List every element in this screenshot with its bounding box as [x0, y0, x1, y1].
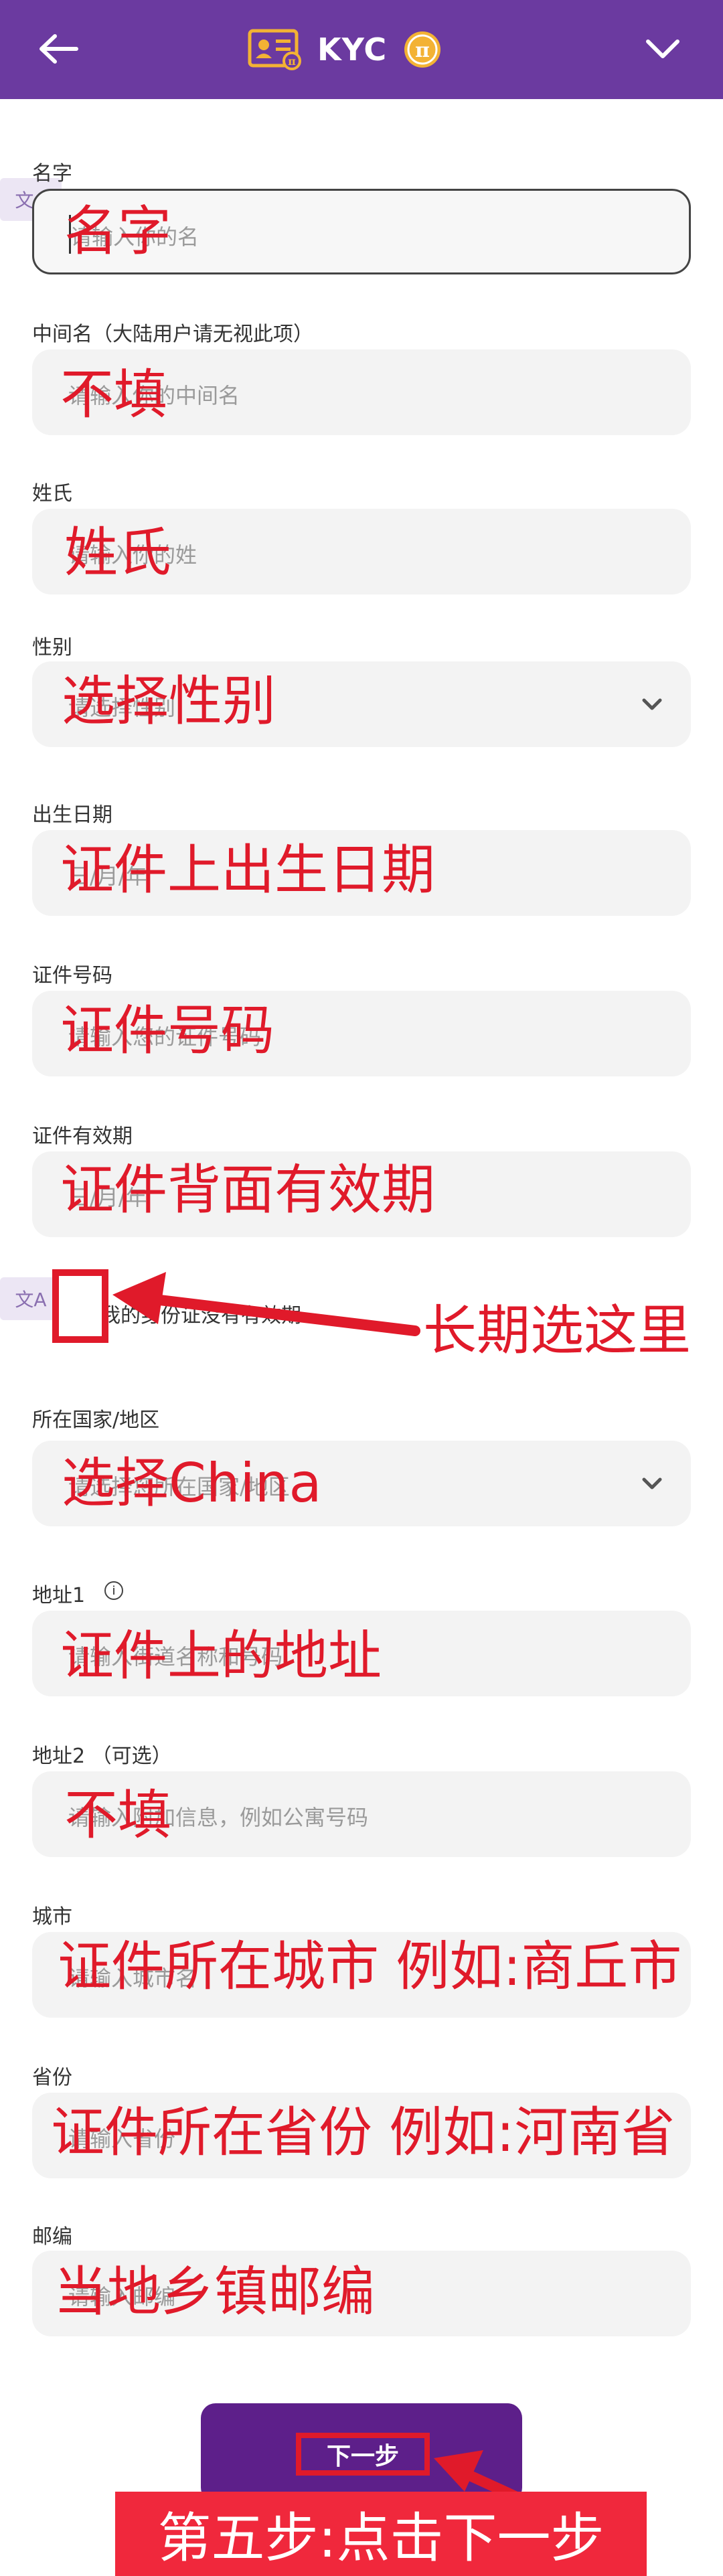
step-banner-text: 第五步:点击下一步 — [157, 2507, 605, 2569]
annotation-arrows — [112, 1272, 554, 2517]
arrow-to-checkbox — [112, 1272, 420, 1336]
step-banner: 第五步:点击下一步 — [115, 2492, 647, 2576]
